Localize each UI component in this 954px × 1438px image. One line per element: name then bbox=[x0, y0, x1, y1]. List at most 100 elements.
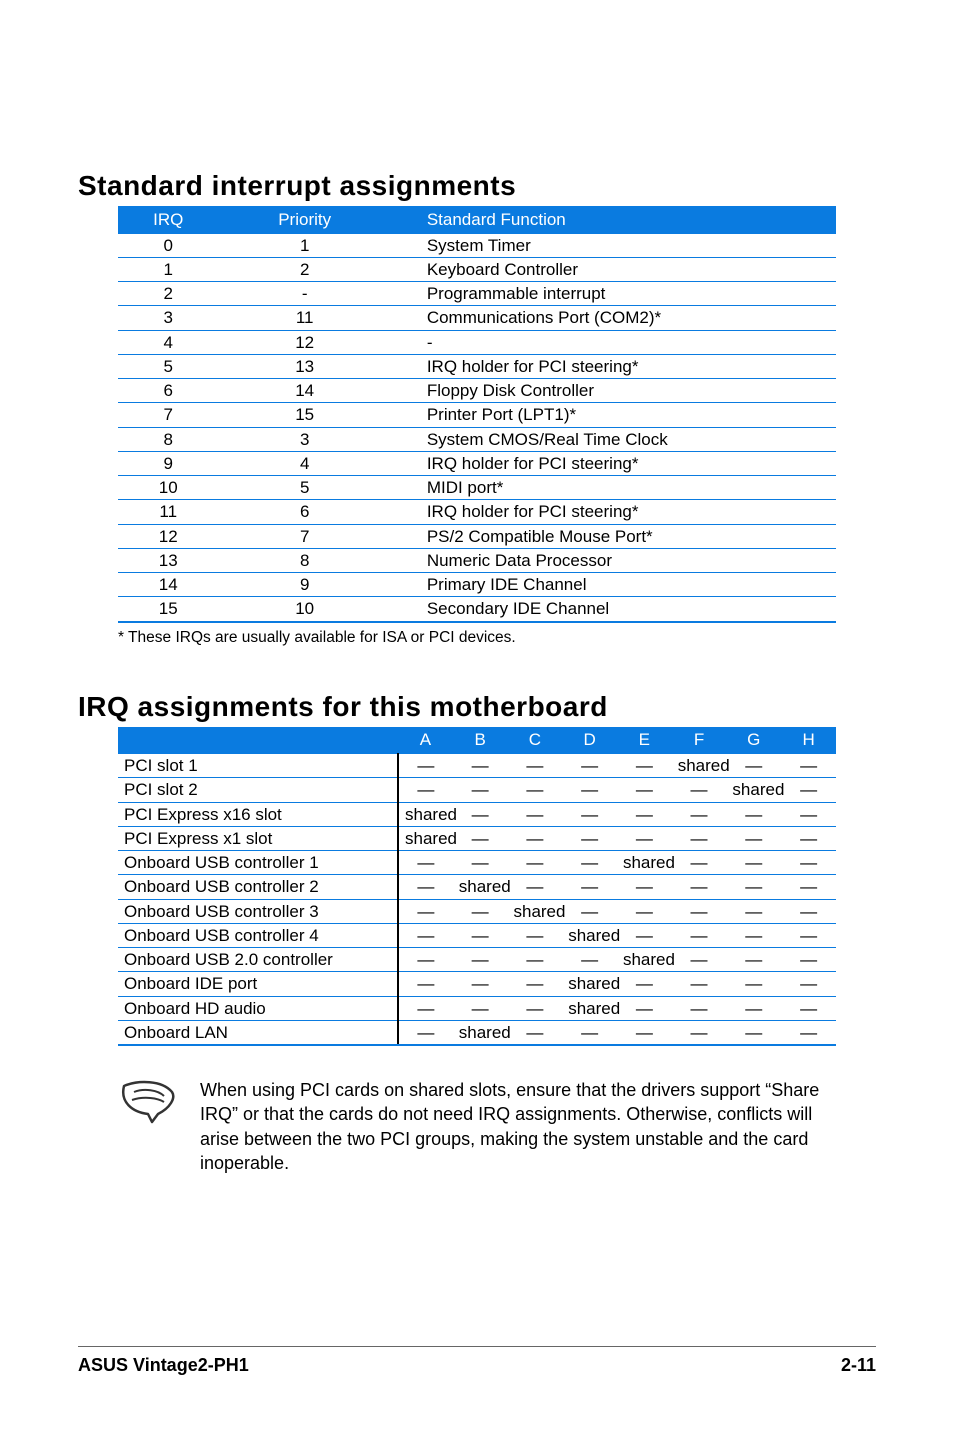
irq-cell: 11 bbox=[118, 500, 219, 524]
footer-right: 2-11 bbox=[841, 1355, 876, 1376]
priority-cell: 14 bbox=[219, 379, 391, 403]
irq-cell: 3 bbox=[118, 306, 219, 330]
priority-cell: 7 bbox=[219, 524, 391, 548]
assign-cell: — bbox=[617, 1020, 672, 1045]
assign-cell: — bbox=[617, 996, 672, 1020]
irq-table-header-priority: Priority bbox=[219, 206, 391, 233]
function-cell: Floppy Disk Controller bbox=[391, 379, 836, 403]
row-label: Onboard LAN bbox=[118, 1020, 398, 1045]
assign-cell: shared bbox=[453, 1020, 508, 1045]
irq-table-header-irq: IRQ bbox=[118, 206, 219, 233]
table-row: 149Primary IDE Channel bbox=[118, 573, 836, 597]
assign-cell: — bbox=[781, 948, 836, 972]
assign-cell: — bbox=[562, 754, 617, 778]
assign-cell: — bbox=[453, 923, 508, 947]
assign-header-f: F bbox=[672, 727, 727, 754]
assign-cell: — bbox=[726, 851, 781, 875]
function-cell: System CMOS/Real Time Clock bbox=[391, 427, 836, 451]
assign-cell: — bbox=[507, 1020, 562, 1045]
note-icon bbox=[118, 1078, 178, 1131]
row-label: Onboard IDE port bbox=[118, 972, 398, 996]
assign-cell: — bbox=[398, 851, 453, 875]
irq-cell: 15 bbox=[118, 597, 219, 622]
assign-cell: — bbox=[617, 972, 672, 996]
assign-cell: shared bbox=[672, 754, 727, 778]
priority-cell: 8 bbox=[219, 548, 391, 572]
assign-cell: — bbox=[781, 996, 836, 1020]
table-row: 715Printer Port (LPT1)* bbox=[118, 403, 836, 427]
assign-cell: — bbox=[453, 996, 508, 1020]
irq-cell: 2 bbox=[118, 282, 219, 306]
assign-cell: — bbox=[398, 948, 453, 972]
table-row: 01System Timer bbox=[118, 233, 836, 257]
function-cell: - bbox=[391, 330, 836, 354]
assign-cell: — bbox=[507, 851, 562, 875]
assign-cell: — bbox=[672, 899, 727, 923]
priority-cell: 11 bbox=[219, 306, 391, 330]
table-row: Onboard USB controller 3——shared————— bbox=[118, 899, 836, 923]
assign-cell: — bbox=[453, 802, 508, 826]
assign-cell: — bbox=[453, 826, 508, 850]
priority-cell: - bbox=[219, 282, 391, 306]
table-row: Onboard USB controller 2—shared—————— bbox=[118, 875, 836, 899]
function-cell: MIDI port* bbox=[391, 476, 836, 500]
row-label: Onboard USB 2.0 controller bbox=[118, 948, 398, 972]
irq-cell: 12 bbox=[118, 524, 219, 548]
assign-cell: shared bbox=[562, 996, 617, 1020]
table-row: 105MIDI port* bbox=[118, 476, 836, 500]
assign-cell: — bbox=[453, 754, 508, 778]
assign-cell: — bbox=[398, 996, 453, 1020]
function-cell: IRQ holder for PCI steering* bbox=[391, 500, 836, 524]
irq-cell: 4 bbox=[118, 330, 219, 354]
row-label: Onboard USB controller 3 bbox=[118, 899, 398, 923]
assign-cell: shared bbox=[398, 802, 453, 826]
table-row: 614Floppy Disk Controller bbox=[118, 379, 836, 403]
assign-cell: — bbox=[617, 778, 672, 802]
assign-header-e: E bbox=[617, 727, 672, 754]
assign-cell: — bbox=[726, 972, 781, 996]
assign-header-h: H bbox=[781, 727, 836, 754]
function-cell: Communications Port (COM2)* bbox=[391, 306, 836, 330]
assign-cell: shared bbox=[562, 923, 617, 947]
assign-cell: — bbox=[507, 875, 562, 899]
assign-table-header-blank bbox=[118, 727, 398, 754]
assign-cell: — bbox=[672, 1020, 727, 1045]
table-row: 12Keyboard Controller bbox=[118, 257, 836, 281]
assign-cell: — bbox=[781, 826, 836, 850]
assign-cell: shared bbox=[726, 778, 781, 802]
assign-cell: — bbox=[507, 948, 562, 972]
table-row: 116IRQ holder for PCI steering* bbox=[118, 500, 836, 524]
assign-cell: — bbox=[617, 875, 672, 899]
assign-cell: — bbox=[507, 754, 562, 778]
irq-cell: 6 bbox=[118, 379, 219, 403]
row-label: PCI slot 2 bbox=[118, 778, 398, 802]
assign-cell: — bbox=[781, 1020, 836, 1045]
assign-cell: — bbox=[726, 996, 781, 1020]
assign-cell: — bbox=[617, 754, 672, 778]
table-row: 1510Secondary IDE Channel bbox=[118, 597, 836, 622]
assign-cell: — bbox=[398, 899, 453, 923]
assign-cell: shared bbox=[617, 851, 672, 875]
row-label: Onboard HD audio bbox=[118, 996, 398, 1020]
assign-cell: — bbox=[781, 754, 836, 778]
irq-cell: 0 bbox=[118, 233, 219, 257]
assign-cell: — bbox=[398, 923, 453, 947]
assign-cell: shared bbox=[398, 826, 453, 850]
function-cell: PS/2 Compatible Mouse Port* bbox=[391, 524, 836, 548]
table-row: 311Communications Port (COM2)* bbox=[118, 306, 836, 330]
assign-cell: — bbox=[672, 948, 727, 972]
assign-cell: — bbox=[453, 948, 508, 972]
assign-header-a: A bbox=[398, 727, 453, 754]
priority-cell: 13 bbox=[219, 354, 391, 378]
assign-cell: — bbox=[781, 972, 836, 996]
priority-cell: 4 bbox=[219, 451, 391, 475]
assign-cell: — bbox=[781, 802, 836, 826]
assign-cell: — bbox=[672, 802, 727, 826]
assign-cell: — bbox=[453, 972, 508, 996]
priority-cell: 1 bbox=[219, 233, 391, 257]
assign-cell: — bbox=[672, 851, 727, 875]
assign-cell: — bbox=[672, 972, 727, 996]
assign-cell: — bbox=[562, 778, 617, 802]
table-row: 2-Programmable interrupt bbox=[118, 282, 836, 306]
footer-left: ASUS Vintage2-PH1 bbox=[78, 1355, 249, 1376]
